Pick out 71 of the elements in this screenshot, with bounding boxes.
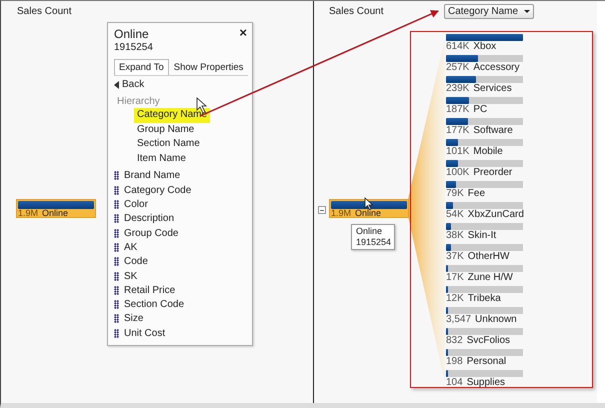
item-value: 177K [446, 125, 470, 137]
item-label: Fee [468, 188, 486, 200]
attribute-item[interactable]: Brand Name [124, 170, 180, 182]
section-label: Hierarchy [117, 95, 160, 108]
item-value: 104 [446, 377, 463, 389]
popup-tab[interactable]: Show Properties [168, 59, 248, 75]
item-value: 187K [446, 104, 470, 116]
item-label: OtherHW [468, 251, 510, 263]
item-value: 37K [446, 251, 464, 263]
attribute-item[interactable]: Category Code [124, 184, 192, 196]
item-value: 79K [446, 188, 464, 200]
attribute-item[interactable]: Color [124, 199, 148, 210]
node-value: 1.9M [18, 209, 38, 218]
attribute-item[interactable]: SK [124, 270, 138, 282]
popup-value: 1915254 [114, 41, 154, 54]
hierarchy-item[interactable]: Item Name [134, 152, 189, 167]
close-button[interactable]: × [239, 25, 247, 40]
hierarchy-item[interactable]: Group Name [134, 122, 198, 138]
item-label: Preorder [473, 167, 512, 179]
popup-tab[interactable]: Expand To [114, 59, 169, 75]
item-label: Services [473, 83, 512, 95]
item-label: Tribeka [468, 293, 501, 305]
item-label: Supplies [466, 377, 506, 389]
attribute-item[interactable]: Section Code [124, 299, 184, 310]
item-label: PC [473, 104, 488, 116]
node-label: Online [355, 209, 382, 218]
item-label: Skin-It [468, 230, 496, 242]
attribute-item[interactable]: Group Code [124, 228, 178, 239]
item-value: 100K [446, 167, 470, 179]
item-label: Unknown [475, 314, 517, 326]
item-label: SvcFolios [466, 335, 510, 347]
item-value: 239K [446, 83, 470, 95]
item-value: 614K [446, 41, 470, 53]
item-label: Mobile [473, 146, 503, 158]
attribute-item[interactable]: Code [124, 256, 148, 268]
measure-label: Sales Count [329, 6, 384, 17]
attribute-item[interactable]: AK [124, 242, 138, 253]
item-label: Zune H/W [468, 272, 513, 284]
item-value: 101K [446, 146, 470, 158]
popup-title: Online [114, 27, 149, 41]
item-value: 38K [446, 230, 464, 242]
item-value: 17K [446, 272, 464, 284]
tree-node[interactable]: 1.9M Online [329, 199, 409, 218]
tree-node[interactable]: 1.9M Online [16, 199, 96, 218]
level-dropdown[interactable]: Category Name [444, 4, 534, 19]
attribute-item[interactable]: Unit Cost [124, 328, 166, 339]
item-label: Software [473, 125, 513, 137]
item-label: XbxZunCard [468, 209, 524, 221]
tooltip-title: Online [356, 226, 384, 237]
node-label: Online [42, 209, 68, 218]
collapse-icon[interactable] [318, 206, 326, 214]
attribute-item[interactable]: Size [124, 313, 144, 324]
item-label: Accessory [473, 62, 520, 74]
pointer-icon [364, 197, 374, 210]
hierarchy-item[interactable]: Section Name [134, 137, 203, 152]
node-value: 1.9M [331, 209, 352, 218]
item-value: 257K [446, 62, 470, 74]
back-link[interactable]: Back [122, 79, 144, 91]
item-value: 198 [446, 356, 463, 368]
measure-label: Sales Count [17, 6, 72, 17]
item-value: 12K [446, 293, 464, 305]
item-label: Personal [466, 356, 506, 368]
back-icon[interactable] [114, 81, 119, 89]
caret-icon [524, 10, 530, 13]
item-label: Xbox [473, 41, 496, 53]
attribute-item[interactable]: Retail Price [124, 284, 176, 296]
item-value: 3,547 [446, 314, 472, 326]
tooltip-value: 1915254 [356, 237, 390, 248]
item-value: 832 [446, 335, 463, 347]
item-value: 54K [446, 209, 464, 221]
attribute-item[interactable]: Description [124, 213, 174, 224]
